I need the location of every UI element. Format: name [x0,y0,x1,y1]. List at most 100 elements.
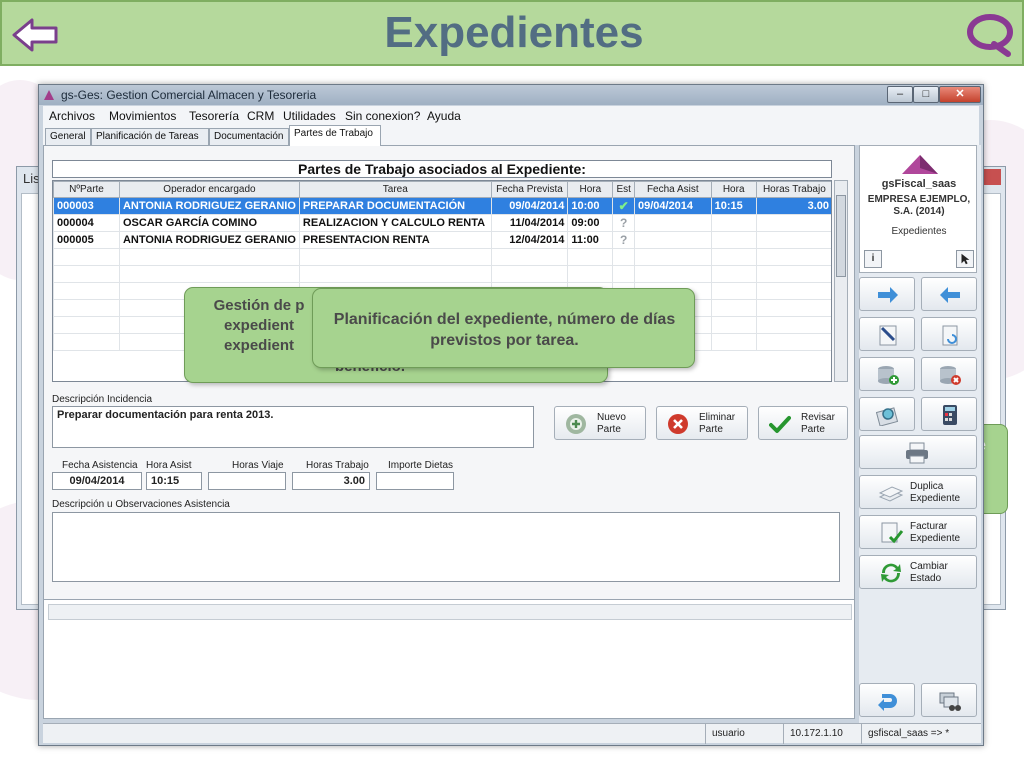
table-row[interactable]: 000005 ANTONIA RODRIGUEZ GERANIO PRESENTAC… [53,231,831,249]
cell-fecha: 09/04/2014 [490,197,569,215]
col-header[interactable]: Horas Trabajo [755,181,831,198]
window-title: gs-Ges: Gestion Comercial Almacen y Teso… [61,88,317,102]
hora-asist-field[interactable]: 10:15 [146,472,202,490]
minimize-button[interactable]: – [887,86,913,103]
menu-ayuda[interactable]: Ayuda [427,109,461,123]
cell-tarea: REALIZACION Y CALCULO RENTA [298,214,492,232]
brand-logo-icon [967,14,1013,57]
col-header[interactable]: NºParte [53,181,120,198]
empty-row[interactable] [53,265,831,283]
eliminar-parte-button[interactable]: Eliminar Parte [656,406,748,440]
empty-row[interactable] [53,248,831,266]
duplica-expediente-button[interactable]: Duplica Expediente [859,475,977,509]
maximize-button[interactable]: □ [913,86,939,103]
tab-documentacion[interactable]: Documentación [209,128,289,145]
horas-viaje-field[interactable] [208,472,286,490]
edit-button[interactable] [859,317,915,351]
previous-button[interactable] [921,277,977,311]
cell-tarea: PREPARAR DOCUMENTACIÓN [298,197,492,215]
company-name: EMPRESA EJEMPLO, S.A. (2014) [867,194,971,217]
cursor-icon [961,253,970,265]
empty-cell [53,248,120,266]
cell-parte: 000005 [53,231,120,249]
windows-button[interactable] [921,683,977,717]
menu-archivos[interactable]: Archivos [49,109,95,123]
revisar-parte-label: Revisar Parte [801,412,835,435]
menu-tesoreria[interactable]: Tesorería [189,109,239,123]
company-info-panel: gsFiscal_saas EMPRESA EJEMPLO, S.A. (201… [859,145,977,273]
cell-operador: ANTONIA RODRIGUEZ GERANIO [118,231,300,249]
calculator-button[interactable] [921,397,977,431]
empty-cell [612,265,635,283]
scrollbar-thumb[interactable] [836,195,846,277]
menu-crm[interactable]: CRM [247,109,274,123]
status-ip: 10.172.1.10 [783,724,861,744]
observaciones-label: Descripción u Observaciones Asistencia [52,499,230,510]
return-button[interactable] [859,683,915,717]
empty-cell [755,248,831,266]
nuevo-parte-label: Nuevo Parte [597,412,626,435]
status-check-icon: ✔ [612,197,635,215]
incidencia-label: Descripción Incidencia [52,394,153,405]
empty-cell [710,282,757,300]
menu-sin-conexion[interactable]: Sin conexion? [345,109,420,123]
col-header[interactable]: Tarea [298,181,492,198]
info-button[interactable]: i [864,250,882,268]
search-records-button[interactable] [859,397,915,431]
next-button[interactable] [859,277,915,311]
col-header[interactable]: Operador encargado [118,181,300,198]
database-delete-icon [940,366,961,385]
col-header[interactable]: Est [612,181,635,198]
horas-trabajo-field[interactable]: 3.00 [292,472,370,490]
importe-dietas-label: Importe Dietas [388,460,454,471]
window-titlebar[interactable]: gs-Ges: Gestion Comercial Almacen y Teso… [39,85,983,105]
col-header[interactable]: Hora [567,181,614,198]
tab-general[interactable]: General [45,128,91,145]
observaciones-field[interactable] [52,512,840,582]
col-header[interactable]: Fecha Prevista [490,181,569,198]
revisar-parte-button[interactable]: Revisar Parte [758,406,848,440]
add-database-button[interactable] [859,357,915,391]
col-header[interactable]: Hora [710,181,757,198]
tab-partes-trabajo[interactable]: Partes de Trabajo [289,125,381,146]
status-pending-icon: ? [612,214,635,232]
nuevo-parte-button[interactable]: Nuevo Parte [554,406,646,440]
table-row[interactable]: 000003 ANTONIA RODRIGUEZ GERANIO PREPARAR … [53,197,831,215]
cell-tarea: PRESENTACION RENTA [298,231,492,249]
importe-dietas-field[interactable] [376,472,454,490]
horas-viaje-label: Horas Viaje [232,460,284,471]
cell-hora_asist [710,214,757,232]
bottom-panel [43,599,855,719]
empty-cell [710,316,757,334]
facturar-expediente-button[interactable]: Facturar Expediente [859,515,977,549]
col-header[interactable]: Fecha Asist [633,181,712,198]
empty-cell [710,299,757,317]
cell-hora: 10:00 [567,197,614,215]
empty-cell [53,282,120,300]
empty-cell [710,333,757,351]
empty-cell [53,265,120,283]
document-refresh-button[interactable] [921,317,977,351]
menu-movimientos[interactable]: Movimientos [109,109,176,123]
cell-horas: 3.00 [755,197,831,215]
cell-horas [755,214,831,232]
remove-database-button[interactable] [921,357,977,391]
cell-hora_asist [710,231,757,249]
slide: Expedientes Lis e gs-Ges: Gestion Comerc… [0,0,1024,768]
menu-utilidades[interactable]: Utilidades [283,109,336,123]
pointer-button[interactable] [956,250,974,268]
tab-planificacion[interactable]: Planificación de Tareas [91,128,209,145]
grid-scrollbar[interactable] [834,180,848,382]
grid-title: Partes de Trabajo asociados al Expedient… [52,160,832,178]
empty-cell [567,248,614,266]
eliminar-parte-label: Eliminar Parte [699,412,736,435]
fecha-asistencia-field[interactable]: 09/04/2014 [52,472,142,490]
table-row[interactable]: 000004 OSCAR GARCÍA COMINO REALIZACION Y C… [53,214,831,232]
close-button[interactable]: ✕ [939,86,981,103]
search-icon [876,407,899,426]
print-button[interactable] [859,435,977,469]
cambiar-estado-button[interactable]: Cambiar Estado [859,555,977,589]
empty-cell [490,265,569,283]
incidencia-field[interactable]: Preparar documentación para renta 2013. [52,406,534,448]
callout-planificacion: Planificación del expediente, número de … [312,288,695,368]
